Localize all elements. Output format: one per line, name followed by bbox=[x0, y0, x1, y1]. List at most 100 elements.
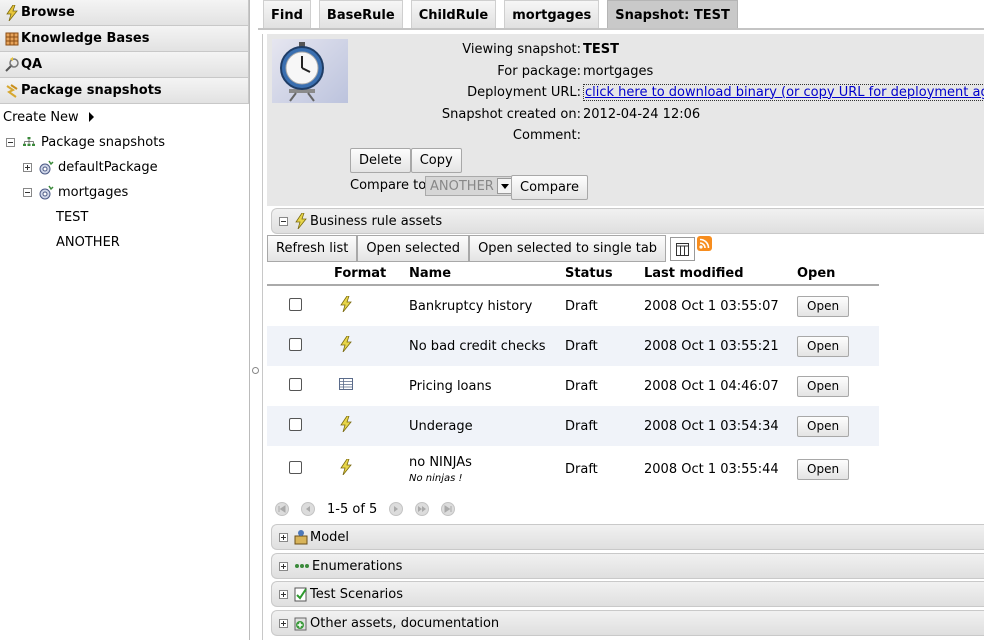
tab-bar: Find BaseRule ChildRule mortgages Snapsh… bbox=[263, 0, 746, 29]
tab-divider bbox=[258, 28, 984, 30]
open-button[interactable]: Open bbox=[797, 295, 850, 317]
create-new-label: Create New bbox=[3, 109, 79, 125]
rule-icon bbox=[340, 335, 352, 353]
row-checkbox[interactable] bbox=[289, 417, 302, 431]
row-checkbox[interactable] bbox=[289, 297, 302, 311]
column-last-modified[interactable]: Last modified bbox=[644, 266, 796, 281]
next-page-icon[interactable] bbox=[389, 502, 404, 516]
viewing-snapshot-label: Viewing snapshot: bbox=[462, 41, 581, 57]
deployment-url-row: Deployment URL: click here to download b… bbox=[267, 82, 984, 102]
other-assets-section-header[interactable]: Other assets, documentation bbox=[271, 610, 984, 636]
model-icon bbox=[294, 530, 308, 545]
created-label: Snapshot created on: bbox=[441, 106, 581, 122]
asset-last-modified: 2008 Oct 1 03:55:07 bbox=[644, 298, 779, 314]
assets-table: Format Name Status Last modified Open Ba… bbox=[267, 262, 879, 492]
row-checkbox[interactable] bbox=[289, 377, 302, 391]
package-snapshots-icon bbox=[4, 83, 20, 99]
open-button[interactable]: Open bbox=[797, 335, 850, 357]
table-row: Pricing loans Draft 2008 Oct 1 04:46:07 … bbox=[267, 366, 879, 406]
compare-select[interactable]: ANOTHER bbox=[425, 176, 515, 196]
column-open[interactable]: Open bbox=[796, 266, 876, 281]
enumerations-section-header[interactable]: Enumerations bbox=[271, 553, 984, 579]
test-scenarios-section-header[interactable]: Test Scenarios bbox=[271, 581, 984, 607]
column-format[interactable]: Format bbox=[323, 266, 408, 281]
asset-name: Pricing loans bbox=[409, 378, 492, 394]
row-checkbox[interactable] bbox=[289, 460, 302, 474]
test-scenario-icon bbox=[294, 587, 307, 602]
table-row: Bankruptcy history Draft 2008 Oct 1 03:5… bbox=[267, 286, 879, 326]
navigator-panel: Browse Knowledge Bases QA Package snapsh… bbox=[0, 0, 250, 640]
refresh-list-button[interactable]: Refresh list bbox=[267, 235, 358, 262]
qa-icon bbox=[4, 56, 20, 73]
column-status[interactable]: Status bbox=[565, 266, 644, 281]
tab-snapshot-test[interactable]: Snapshot: TEST bbox=[607, 0, 738, 29]
compare-button[interactable]: Compare bbox=[511, 175, 588, 200]
table-row: No bad credit checks Draft 2008 Oct 1 03… bbox=[267, 326, 879, 366]
nav-section-qa[interactable]: QA bbox=[0, 52, 249, 78]
tab-childrule[interactable]: ChildRule bbox=[410, 0, 497, 29]
open-selected-button[interactable]: Open selected bbox=[357, 235, 470, 262]
business-rule-assets-header[interactable]: Business rule assets bbox=[271, 208, 984, 234]
collapse-icon[interactable] bbox=[6, 138, 15, 147]
tree-node-package-snapshots[interactable]: Package snapshots bbox=[6, 130, 249, 155]
asset-status: Draft bbox=[565, 378, 598, 394]
expand-icon[interactable] bbox=[279, 532, 288, 542]
tree-node-mortgages[interactable]: mortgages bbox=[6, 180, 249, 205]
tree-node-defaultpackage[interactable]: defaultPackage bbox=[6, 155, 249, 180]
expand-icon[interactable] bbox=[279, 618, 288, 628]
rule-icon bbox=[340, 458, 352, 476]
asset-status: Draft bbox=[565, 418, 598, 434]
open-selected-single-tab-button[interactable]: Open selected to single tab bbox=[469, 235, 667, 262]
other-assets-icon bbox=[294, 617, 307, 631]
collapse-icon[interactable] bbox=[23, 188, 32, 197]
tab-baserule[interactable]: BaseRule bbox=[318, 0, 403, 29]
deployment-url-link[interactable]: click here to download binary (or copy U… bbox=[583, 83, 984, 101]
first-page-icon[interactable] bbox=[275, 502, 289, 516]
model-section-header[interactable]: Model bbox=[271, 524, 984, 550]
menu-arrow-icon bbox=[88, 112, 94, 122]
column-name[interactable]: Name bbox=[408, 266, 565, 281]
panel-splitter[interactable] bbox=[251, 366, 259, 374]
asset-last-modified: 2008 Oct 1 04:46:07 bbox=[644, 378, 779, 394]
tab-find[interactable]: Find bbox=[263, 0, 311, 29]
rss-feed-icon[interactable] bbox=[697, 236, 713, 251]
package-gear-icon bbox=[39, 160, 54, 174]
tree-node-label: ANOTHER bbox=[56, 235, 120, 250]
decision-table-icon bbox=[339, 378, 353, 390]
nav-section-label: QA bbox=[21, 57, 43, 72]
row-checkbox[interactable] bbox=[289, 337, 302, 351]
expand-icon[interactable] bbox=[279, 561, 288, 571]
asset-last-modified: 2008 Oct 1 03:55:21 bbox=[644, 338, 779, 354]
section-title: Model bbox=[310, 529, 350, 545]
collapse-icon[interactable] bbox=[279, 216, 288, 226]
open-button[interactable]: Open bbox=[797, 458, 850, 480]
asset-name: Underage bbox=[409, 418, 473, 434]
table-row: Underage Draft 2008 Oct 1 03:54:34 Open bbox=[267, 406, 879, 446]
tree-node-another[interactable]: ANOTHER bbox=[6, 230, 249, 255]
column-picker-icon[interactable] bbox=[670, 237, 696, 261]
copy-button[interactable]: Copy bbox=[410, 148, 462, 173]
open-button[interactable]: Open bbox=[797, 375, 850, 397]
previous-page-icon[interactable] bbox=[301, 502, 315, 516]
nav-section-package-snapshots[interactable]: Package snapshots bbox=[0, 78, 249, 104]
fast-forward-icon[interactable] bbox=[415, 502, 430, 516]
pager-status: 1-5 of 5 bbox=[327, 501, 378, 517]
asset-last-modified: 2008 Oct 1 03:54:34 bbox=[644, 418, 779, 434]
browse-icon bbox=[4, 4, 20, 21]
nav-section-browse[interactable]: Browse bbox=[0, 0, 249, 26]
compare-label: Compare to: bbox=[350, 178, 431, 193]
tab-mortgages[interactable]: mortgages bbox=[504, 0, 600, 29]
snapshot-tree: Package snapshots defaultPackage mortgag… bbox=[0, 130, 249, 255]
rule-icon bbox=[295, 213, 307, 229]
tree-node-label: TEST bbox=[56, 210, 89, 225]
expand-icon[interactable] bbox=[279, 589, 288, 599]
create-new-menu[interactable]: Create New bbox=[0, 104, 249, 130]
nav-section-knowledge-bases[interactable]: Knowledge Bases bbox=[0, 26, 249, 52]
nav-section-label: Package snapshots bbox=[21, 83, 162, 98]
delete-button[interactable]: Delete bbox=[350, 148, 411, 173]
viewing-snapshot-value: TEST bbox=[583, 41, 619, 57]
tree-node-test[interactable]: TEST bbox=[6, 205, 249, 230]
expand-icon[interactable] bbox=[23, 163, 32, 172]
open-button[interactable]: Open bbox=[797, 415, 850, 437]
last-page-icon[interactable] bbox=[441, 502, 456, 516]
